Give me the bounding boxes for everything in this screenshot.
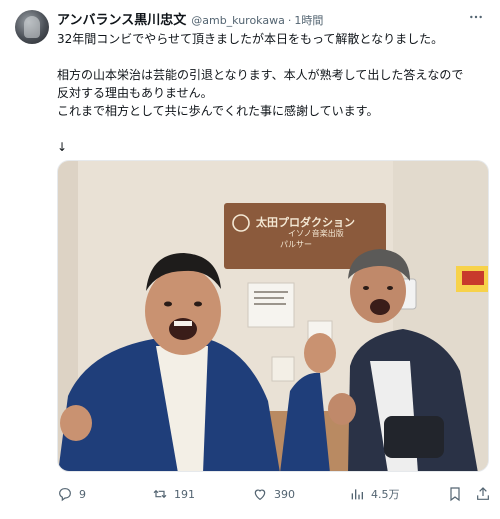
reply-icon	[59, 488, 71, 502]
tweet-time[interactable]: 1時間	[294, 12, 323, 28]
photo-illustration	[58, 161, 488, 471]
like-button[interactable]: 390	[252, 484, 295, 504]
tweet-header: アンバランス黒川忠文 @amb_kurokawa · 1時間	[57, 9, 323, 29]
author-name[interactable]: アンバランス黒川忠文	[57, 9, 186, 28]
heart-icon	[254, 489, 266, 501]
retweet-button[interactable]: 191	[152, 484, 195, 504]
tweet-line: 反対する理由もありません。	[57, 86, 213, 100]
tweet-photo[interactable]: 太田プロダクション イソノ音楽出版 パルサー	[57, 160, 489, 472]
retweet-icon	[153, 489, 167, 499]
tweet-line: これまで相方として共に歩んでくれた事に感謝しています。	[57, 104, 379, 118]
tweet-line-blank	[57, 120, 487, 138]
bookmark-button[interactable]	[447, 484, 469, 504]
views-button[interactable]: 4.5万	[349, 484, 400, 504]
action-bar: 9 191 390 4.5万	[57, 484, 489, 504]
tweet-text: 32年間コンビでやらせて頂きましたが本日をもって解散となりました。 相方の山本栄…	[57, 30, 487, 156]
reply-count: 9	[79, 487, 86, 501]
tweet-line: 32年間コンビでやらせて頂きましたが本日をもって解散となりました。	[57, 32, 444, 46]
tweet-line: 相方の山本栄治は芸能の引退となります、本人が熟考して出した答えなので	[57, 68, 464, 82]
avatar[interactable]	[15, 10, 49, 44]
reply-button[interactable]: 9	[57, 484, 86, 504]
sign-line-2: パルサー	[280, 240, 312, 249]
tweet-card[interactable]: アンバランス黒川忠文 @amb_kurokawa · 1時間 32年間コンビでや…	[0, 0, 500, 519]
separator-dot: ·	[287, 14, 292, 27]
bookmark-icon	[450, 487, 460, 502]
views-count: 4.5万	[371, 488, 400, 501]
tweet-line: ↓	[57, 140, 68, 154]
more-icon[interactable]	[466, 8, 486, 26]
share-button[interactable]	[475, 484, 497, 504]
views-icon	[351, 489, 363, 500]
like-count: 390	[274, 487, 295, 501]
retweet-count: 191	[174, 487, 195, 501]
author-handle[interactable]: @amb_kurokawa	[191, 14, 285, 27]
sign-line-1: イソノ音楽出版	[288, 229, 344, 238]
share-icon	[477, 487, 489, 500]
tweet-line-blank	[57, 48, 487, 66]
